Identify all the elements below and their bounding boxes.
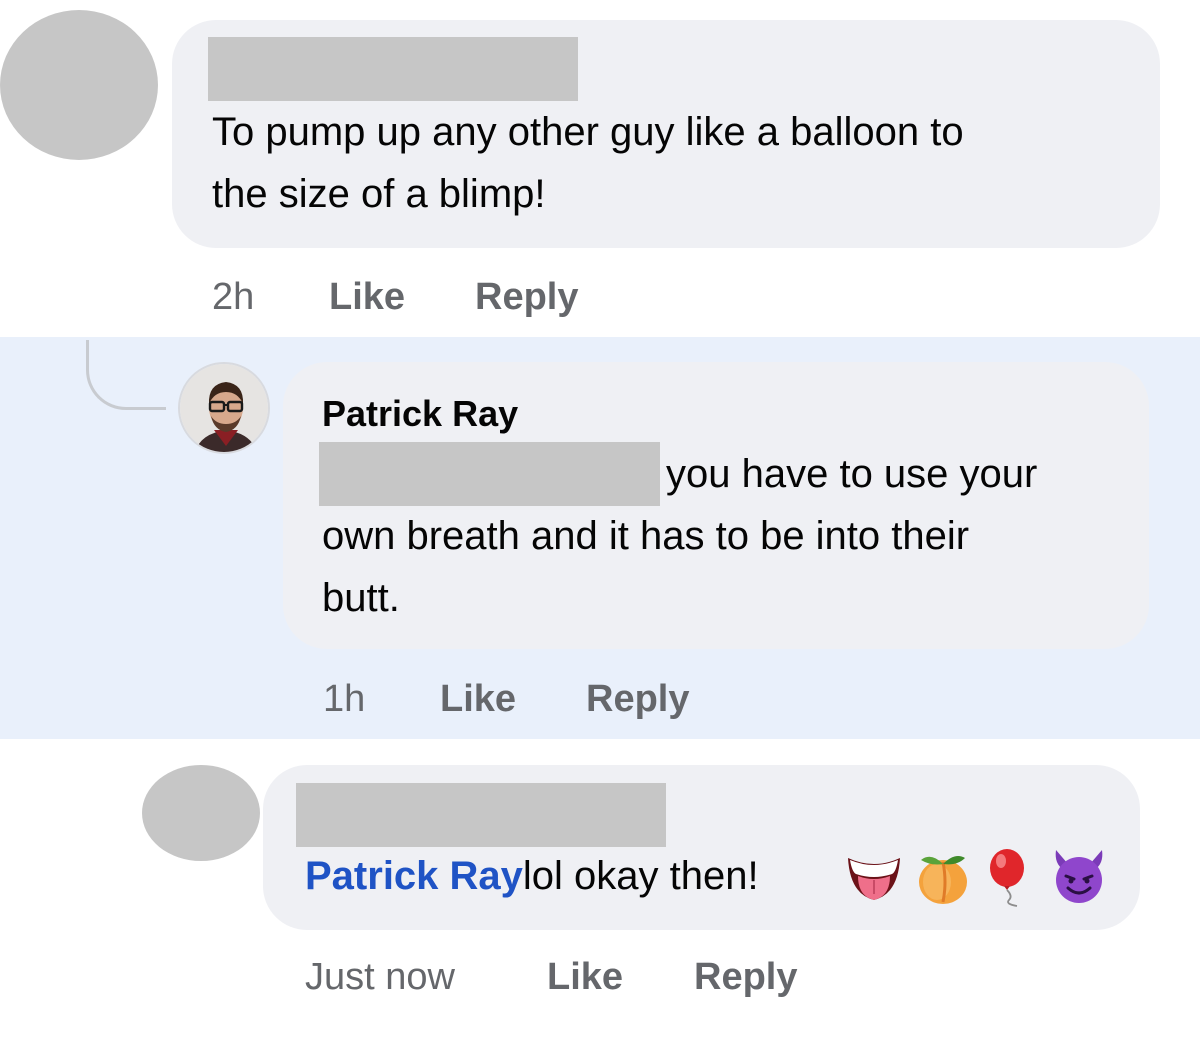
avatar-redacted[interactable] <box>0 10 158 160</box>
redacted-author-name <box>296 783 666 847</box>
thread-connector <box>86 340 166 410</box>
reply-text-line: butt. <box>322 576 400 620</box>
reply-button[interactable]: Reply <box>586 677 689 721</box>
author-name-link[interactable]: Patrick Ray <box>322 392 518 436</box>
comment-text-body: lol okay then! <box>522 854 759 898</box>
comment-timestamp[interactable]: Just now <box>305 955 455 999</box>
redacted-mention <box>319 442 660 506</box>
like-button[interactable]: Like <box>440 677 516 721</box>
like-button[interactable]: Like <box>329 275 405 319</box>
comment-text-line: To pump up any other guy like a balloon … <box>212 110 964 154</box>
tongue-icon <box>844 850 904 906</box>
smiling-devil-icon <box>1048 846 1110 906</box>
comment-text: Patrick Raylol okay then! <box>305 845 759 907</box>
like-button[interactable]: Like <box>547 955 623 999</box>
reply-text-line: you have to use your <box>666 452 1038 496</box>
reply-button[interactable]: Reply <box>694 955 797 999</box>
redacted-author-name <box>208 37 578 101</box>
avatar-redacted[interactable] <box>142 765 260 861</box>
comment-text-line: the size of a blimp! <box>212 172 546 216</box>
peach-icon <box>913 848 973 908</box>
reply-button[interactable]: Reply <box>475 275 578 319</box>
reply-text-line: own breath and it has to be into their <box>322 514 970 558</box>
comment-timestamp[interactable]: 2h <box>212 275 254 319</box>
avatar-patrick-ray[interactable] <box>178 362 270 454</box>
mention-link[interactable]: Patrick Ray <box>305 854 523 898</box>
balloon-icon <box>983 848 1033 908</box>
reply-timestamp[interactable]: 1h <box>323 677 365 721</box>
